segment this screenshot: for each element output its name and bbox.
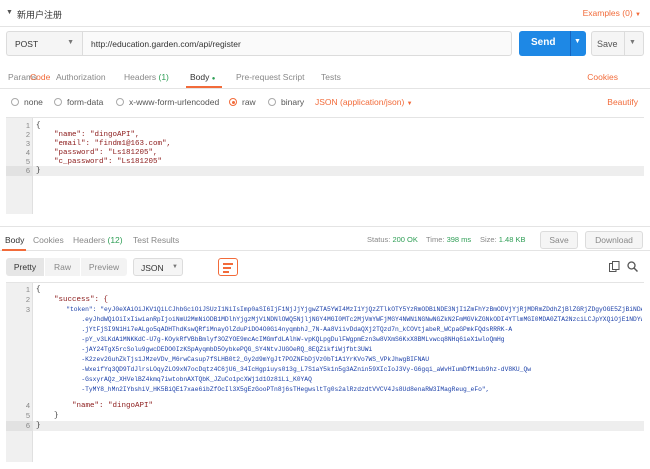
code-line: { bbox=[36, 286, 41, 294]
body-type-row: none form-data x-www-form-urlencoded raw… bbox=[0, 90, 650, 115]
time-readout: Time: 398 ms bbox=[426, 235, 472, 244]
line-number: 4 bbox=[25, 401, 30, 410]
request-name[interactable]: 新用户注册 bbox=[17, 8, 62, 21]
line-number: 1 bbox=[25, 285, 30, 294]
radio-raw[interactable] bbox=[229, 98, 237, 106]
token-line: -pY_v3LKdA1MNKKdC-U7g-KOykRfVBbBmlyf3OZY… bbox=[36, 336, 505, 343]
token-line: .eyJhdWQiOiIxIiwianRpIjoiNmU2MmNiODB1MDl… bbox=[81, 316, 642, 323]
save-divider bbox=[624, 32, 625, 55]
send-button[interactable]: Send ▼ bbox=[519, 31, 586, 56]
send-label: Send bbox=[531, 37, 556, 48]
radio-none-label[interactable]: none bbox=[24, 97, 43, 107]
response-tab-test-results[interactable]: Test Results bbox=[133, 235, 179, 245]
response-body-viewer[interactable]: 1 2 3 4 5 6 { "success": { "token": "eyJ… bbox=[6, 282, 644, 462]
code-line: } bbox=[36, 412, 59, 420]
chevron-down-icon: ▼ bbox=[406, 101, 413, 107]
token-line: "token": "eyJ0eXAiOiJKV1QiLCJhbGciOiJSUz… bbox=[36, 306, 642, 313]
examples-dropdown[interactable]: Examples (0) ▼ bbox=[583, 8, 641, 18]
token-line: -WxeifYq3QD9TdJlrsLOqyZLO9xN7ocDqtz4C6jU… bbox=[36, 366, 532, 373]
beautify-link[interactable]: Beautify bbox=[607, 97, 638, 107]
code-line: } bbox=[36, 167, 41, 175]
code-line: } bbox=[36, 422, 41, 430]
radio-none[interactable] bbox=[11, 98, 19, 106]
chevron-down-icon: ▼ bbox=[67, 39, 74, 46]
chevron-down-icon: ▼ bbox=[172, 264, 178, 270]
size-value: 1.48 KB bbox=[498, 235, 526, 244]
response-headers-count: (12) bbox=[107, 235, 123, 245]
code-line: "name": "dingoAPI" bbox=[36, 402, 154, 410]
radio-urlencoded[interactable] bbox=[116, 98, 124, 106]
status-readout: Status: 200 OK bbox=[367, 235, 418, 244]
token-line: -jAY24TgX5rcSolu9gwcDEDO0IzKSpAyqmbD5Oyb… bbox=[36, 346, 373, 353]
url-input[interactable]: http://education.garden.com/api/register bbox=[82, 31, 512, 56]
line-number: 3 bbox=[25, 305, 30, 314]
current-line-highlight bbox=[33, 421, 644, 431]
current-line-highlight bbox=[33, 166, 644, 176]
token-line: -GsxyrAQz_XHVelBZ4kmq7iwtobnAXTQbK_JZuCo… bbox=[36, 376, 312, 383]
time-value: 398 ms bbox=[446, 235, 472, 244]
token-line: .jYtFjSI9N1Hi7eALgo5qADHThdKswQRfiMnayOl… bbox=[36, 326, 513, 333]
radio-binary[interactable] bbox=[268, 98, 276, 106]
method-value: POST bbox=[15, 39, 39, 49]
active-tab-underline bbox=[186, 86, 222, 88]
method-select[interactable]: POST ▼ bbox=[6, 31, 82, 56]
radio-urlencoded-label[interactable]: x-www-form-urlencoded bbox=[129, 97, 219, 107]
copy-icon[interactable] bbox=[609, 261, 620, 275]
request-title-bar: ▼ 新用户注册 Examples (0) ▼ bbox=[0, 0, 650, 27]
save-options-chevron-icon[interactable]: ▼ bbox=[629, 39, 636, 46]
response-bar: Body Cookies Headers (12) Test Results S… bbox=[0, 226, 650, 251]
send-divider bbox=[570, 31, 571, 56]
request-body-editor[interactable]: 1 2 3 4 5 6 { "name": "dingoAPI", "email… bbox=[6, 117, 644, 214]
view-pretty[interactable]: Pretty bbox=[6, 258, 44, 276]
wrap-lines-button[interactable] bbox=[218, 258, 238, 276]
request-tabs: Params Authorization Headers (1) Body ● … bbox=[0, 64, 650, 89]
response-format-select[interactable]: JSON ▼ bbox=[133, 258, 183, 276]
active-response-tab-underline bbox=[2, 249, 26, 251]
code-line: "c_password": "Ls181205" bbox=[36, 158, 163, 166]
code-link[interactable]: Code bbox=[30, 72, 643, 82]
token-line: -K2zev2GuhZkTjs1JMzeVDv_M6rwCasup7fSLHB0… bbox=[36, 356, 429, 363]
send-options-chevron-icon[interactable]: ▼ bbox=[574, 38, 581, 45]
line-number: 5 bbox=[25, 411, 30, 420]
response-tab-headers[interactable]: Headers (12) bbox=[73, 235, 123, 245]
save-label: Save bbox=[597, 39, 618, 49]
radio-binary-label[interactable]: binary bbox=[281, 97, 304, 107]
view-raw[interactable]: Raw bbox=[45, 258, 80, 276]
line-number: 6 bbox=[6, 421, 33, 431]
status-value: 200 OK bbox=[392, 235, 418, 244]
radio-raw-label[interactable]: raw bbox=[242, 97, 256, 107]
response-tab-cookies[interactable]: Cookies bbox=[33, 235, 64, 245]
radio-form-data-label[interactable]: form-data bbox=[67, 97, 103, 107]
line-number: 6 bbox=[6, 166, 33, 176]
view-preview[interactable]: Preview bbox=[81, 258, 127, 276]
url-value: http://education.garden.com/api/register bbox=[91, 39, 241, 49]
content-type-dropdown[interactable]: JSON (application/json) ▼ bbox=[315, 97, 413, 107]
token-line: -TyMY8_hMn2IYbshiV_HK5BiQE17xae6ibZfOcIl… bbox=[36, 386, 490, 393]
response-tab-body[interactable]: Body bbox=[5, 235, 24, 245]
size-readout: Size: 1.48 KB bbox=[480, 235, 526, 244]
chevron-down-icon: ▼ bbox=[635, 12, 641, 18]
collapse-caret-icon[interactable]: ▼ bbox=[6, 9, 13, 16]
radio-form-data[interactable] bbox=[54, 98, 62, 106]
code-line: "success": { bbox=[36, 296, 109, 304]
download-button[interactable]: Download bbox=[585, 231, 643, 249]
search-icon[interactable] bbox=[627, 261, 639, 275]
save-button[interactable]: Save ▼ bbox=[591, 31, 644, 56]
line-number: 2 bbox=[25, 295, 30, 304]
response-format-value: JSON bbox=[141, 263, 164, 273]
save-response-button[interactable]: Save bbox=[540, 231, 578, 249]
